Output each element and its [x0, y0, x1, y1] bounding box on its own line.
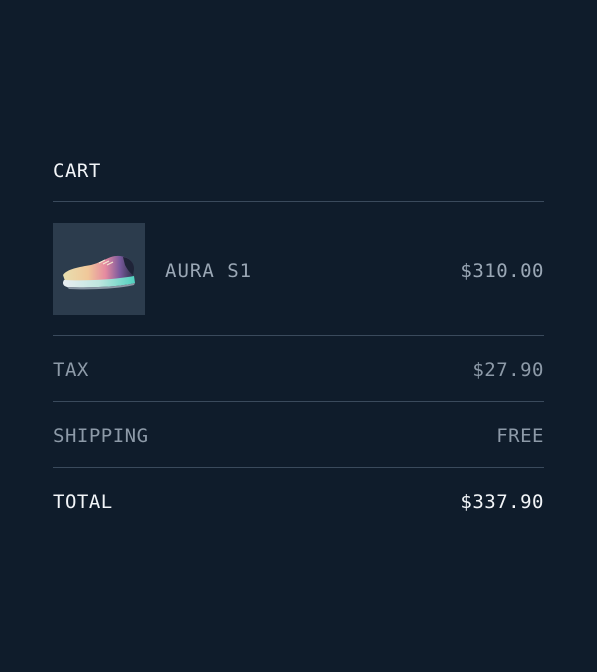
item-thumbnail[interactable]: [53, 223, 145, 315]
divider: [53, 335, 544, 336]
shipping-value: FREE: [496, 425, 544, 447]
cart-title: CART: [53, 160, 101, 182]
divider: [53, 467, 544, 468]
total-value: $337.90: [460, 491, 544, 513]
tax-value: $27.90: [472, 359, 544, 381]
divider: [53, 401, 544, 402]
tax-label: TAX: [53, 359, 89, 381]
item-price: $310.00: [460, 260, 544, 282]
sneaker-image: [63, 255, 135, 290]
total-label: TOTAL: [53, 491, 113, 513]
divider: [53, 201, 544, 202]
item-name[interactable]: AURA S1: [165, 258, 252, 284]
shipping-label: SHIPPING: [53, 425, 149, 447]
